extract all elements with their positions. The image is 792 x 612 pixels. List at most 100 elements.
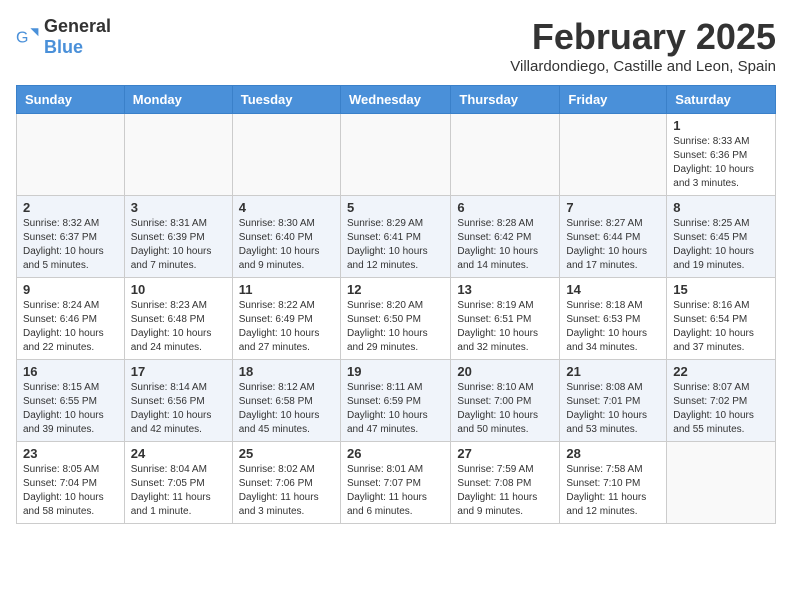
day-detail: Sunrise: 7:59 AM Sunset: 7:08 PM Dayligh… — [457, 463, 553, 519]
calendar-day-cell: 4Sunrise: 8:30 AM Sunset: 6:40 PM Daylig… — [232, 196, 340, 278]
calendar-week-row: 9 Sunrise: 8:24 AM Sunset: 6:46 PM Daylig… — [17, 278, 776, 360]
day-detail: Sunrise: 8:12 AM Sunset: 6:58 PM Dayligh… — [239, 381, 334, 437]
day-detail: Sunrise: 8:04 AM Sunset: 7:05 PM Dayligh… — [131, 463, 226, 519]
day-number: 18 — [239, 364, 334, 379]
day-number: 11 — [239, 282, 334, 297]
logo-general: General — [44, 16, 111, 36]
calendar-day-cell: 7 Sunrise: 8:27 AM Sunset: 6:44 PM Daylig… — [560, 196, 667, 278]
day-number: 1 — [673, 118, 769, 133]
calendar-day-cell: 1 Sunrise: 8:33 AM Sunset: 6:36 PM Daylig… — [667, 114, 776, 196]
day-number: 21 — [566, 364, 660, 379]
day-detail: Sunrise: 8:28 AM Sunset: 6:42 PM Dayligh… — [457, 217, 553, 273]
weekday-header: Tuesday — [232, 86, 340, 114]
day-detail: Sunrise: 8:33 AM Sunset: 6:36 PM Dayligh… — [673, 135, 769, 191]
calendar-day-cell: 3Sunrise: 8:31 AM Sunset: 6:39 PM Daylig… — [124, 196, 232, 278]
calendar-week-row: 23 Sunrise: 8:05 AM Sunset: 7:04 PM Dayli… — [17, 442, 776, 524]
calendar-day-cell: 26Sunrise: 8:01 AM Sunset: 7:07 PM Dayli… — [340, 442, 450, 524]
calendar-day-cell: 24 Sunrise: 8:04 AM Sunset: 7:05 PM Dayli… — [124, 442, 232, 524]
day-number: 22 — [673, 364, 769, 379]
day-detail: Sunrise: 8:07 AM Sunset: 7:02 PM Dayligh… — [673, 381, 769, 437]
calendar-day-cell: 18 Sunrise: 8:12 AM Sunset: 6:58 PM Dayli… — [232, 360, 340, 442]
calendar-day-cell: 6Sunrise: 8:28 AM Sunset: 6:42 PM Daylig… — [451, 196, 560, 278]
day-detail: Sunrise: 8:11 AM Sunset: 6:59 PM Dayligh… — [347, 381, 444, 437]
day-detail: Sunrise: 8:20 AM Sunset: 6:50 PM Dayligh… — [347, 299, 444, 355]
day-number: 28 — [566, 446, 660, 461]
day-detail: Sunrise: 8:27 AM Sunset: 6:44 PM Dayligh… — [566, 217, 660, 273]
day-number: 2 — [23, 200, 118, 215]
day-number: 7 — [566, 200, 660, 215]
day-detail: Sunrise: 8:16 AM Sunset: 6:54 PM Dayligh… — [673, 299, 769, 355]
day-number: 24 — [131, 446, 226, 461]
calendar-day-cell: 2 Sunrise: 8:32 AM Sunset: 6:37 PM Daylig… — [17, 196, 125, 278]
day-detail: Sunrise: 8:01 AM Sunset: 7:07 PM Dayligh… — [347, 463, 444, 519]
weekday-header: Monday — [124, 86, 232, 114]
weekday-header: Wednesday — [340, 86, 450, 114]
weekday-header: Thursday — [451, 86, 560, 114]
calendar-week-row: 16Sunrise: 8:15 AM Sunset: 6:55 PM Dayli… — [17, 360, 776, 442]
day-detail: Sunrise: 8:14 AM Sunset: 6:56 PM Dayligh… — [131, 381, 226, 437]
day-number: 25 — [239, 446, 334, 461]
day-number: 17 — [131, 364, 226, 379]
location-subtitle: Villardondiego, Castille and Leon, Spain — [510, 58, 776, 75]
day-detail: Sunrise: 8:10 AM Sunset: 7:00 PM Dayligh… — [457, 381, 553, 437]
weekday-header: Saturday — [667, 86, 776, 114]
day-number: 27 — [457, 446, 553, 461]
calendar-day-cell — [340, 114, 450, 196]
calendar-day-cell: 13Sunrise: 8:19 AM Sunset: 6:51 PM Dayli… — [451, 278, 560, 360]
calendar-day-cell: 22 Sunrise: 8:07 AM Sunset: 7:02 PM Dayli… — [667, 360, 776, 442]
day-detail: Sunrise: 8:29 AM Sunset: 6:41 PM Dayligh… — [347, 217, 444, 273]
day-number: 3 — [131, 200, 226, 215]
day-number: 12 — [347, 282, 444, 297]
calendar-day-cell — [451, 114, 560, 196]
day-detail: Sunrise: 8:25 AM Sunset: 6:45 PM Dayligh… — [673, 217, 769, 273]
logo-icon: G — [16, 25, 40, 49]
day-number: 15 — [673, 282, 769, 297]
calendar-day-cell — [232, 114, 340, 196]
day-number: 5 — [347, 200, 444, 215]
day-detail: Sunrise: 8:22 AM Sunset: 6:49 PM Dayligh… — [239, 299, 334, 355]
day-number: 23 — [23, 446, 118, 461]
calendar-day-cell — [560, 114, 667, 196]
calendar-day-cell: 12 Sunrise: 8:20 AM Sunset: 6:50 PM Dayli… — [340, 278, 450, 360]
calendar-table: SundayMondayTuesdayWednesdayThursdayFrid… — [16, 85, 776, 524]
day-detail: Sunrise: 7:58 AM Sunset: 7:10 PM Dayligh… — [566, 463, 660, 519]
logo: G General Blue — [16, 16, 111, 58]
calendar-day-cell: 28 Sunrise: 7:58 AM Sunset: 7:10 PM Dayli… — [560, 442, 667, 524]
calendar-header-row: SundayMondayTuesdayWednesdayThursdayFrid… — [17, 86, 776, 114]
weekday-header: Friday — [560, 86, 667, 114]
day-number: 10 — [131, 282, 226, 297]
calendar-day-cell: 8 Sunrise: 8:25 AM Sunset: 6:45 PM Daylig… — [667, 196, 776, 278]
day-detail: Sunrise: 8:19 AM Sunset: 6:51 PM Dayligh… — [457, 299, 553, 355]
calendar-day-cell: 21Sunrise: 8:08 AM Sunset: 7:01 PM Dayli… — [560, 360, 667, 442]
month-title: February 2025 — [510, 16, 776, 58]
calendar-day-cell: 14 Sunrise: 8:18 AM Sunset: 6:53 PM Dayli… — [560, 278, 667, 360]
logo-blue: Blue — [44, 37, 83, 57]
day-number: 8 — [673, 200, 769, 215]
calendar-day-cell: 9 Sunrise: 8:24 AM Sunset: 6:46 PM Daylig… — [17, 278, 125, 360]
page-header: G General Blue February 2025 Villardondi… — [16, 16, 776, 75]
day-number: 14 — [566, 282, 660, 297]
calendar-week-row: 1 Sunrise: 8:33 AM Sunset: 6:36 PM Daylig… — [17, 114, 776, 196]
calendar-day-cell: 19 Sunrise: 8:11 AM Sunset: 6:59 PM Dayli… — [340, 360, 450, 442]
title-section: February 2025 Villardondiego, Castille a… — [510, 16, 776, 75]
svg-text:G: G — [16, 30, 28, 47]
calendar-day-cell: 17 Sunrise: 8:14 AM Sunset: 6:56 PM Dayli… — [124, 360, 232, 442]
calendar-day-cell: 11 Sunrise: 8:22 AM Sunset: 6:49 PM Dayli… — [232, 278, 340, 360]
day-detail: Sunrise: 8:32 AM Sunset: 6:37 PM Dayligh… — [23, 217, 118, 273]
calendar-day-cell: 10Sunrise: 8:23 AM Sunset: 6:48 PM Dayli… — [124, 278, 232, 360]
calendar-day-cell — [667, 442, 776, 524]
day-detail: Sunrise: 8:24 AM Sunset: 6:46 PM Dayligh… — [23, 299, 118, 355]
day-detail: Sunrise: 8:15 AM Sunset: 6:55 PM Dayligh… — [23, 381, 118, 437]
calendar-day-cell — [124, 114, 232, 196]
calendar-day-cell: 20 Sunrise: 8:10 AM Sunset: 7:00 PM Dayli… — [451, 360, 560, 442]
calendar-week-row: 2 Sunrise: 8:32 AM Sunset: 6:37 PM Daylig… — [17, 196, 776, 278]
day-number: 19 — [347, 364, 444, 379]
day-number: 4 — [239, 200, 334, 215]
day-number: 9 — [23, 282, 118, 297]
day-number: 20 — [457, 364, 553, 379]
calendar-day-cell: 23 Sunrise: 8:05 AM Sunset: 7:04 PM Dayli… — [17, 442, 125, 524]
calendar-day-cell: 27 Sunrise: 7:59 AM Sunset: 7:08 PM Dayli… — [451, 442, 560, 524]
calendar-day-cell: 15 Sunrise: 8:16 AM Sunset: 6:54 PM Dayli… — [667, 278, 776, 360]
day-detail: Sunrise: 8:18 AM Sunset: 6:53 PM Dayligh… — [566, 299, 660, 355]
day-detail: Sunrise: 8:05 AM Sunset: 7:04 PM Dayligh… — [23, 463, 118, 519]
